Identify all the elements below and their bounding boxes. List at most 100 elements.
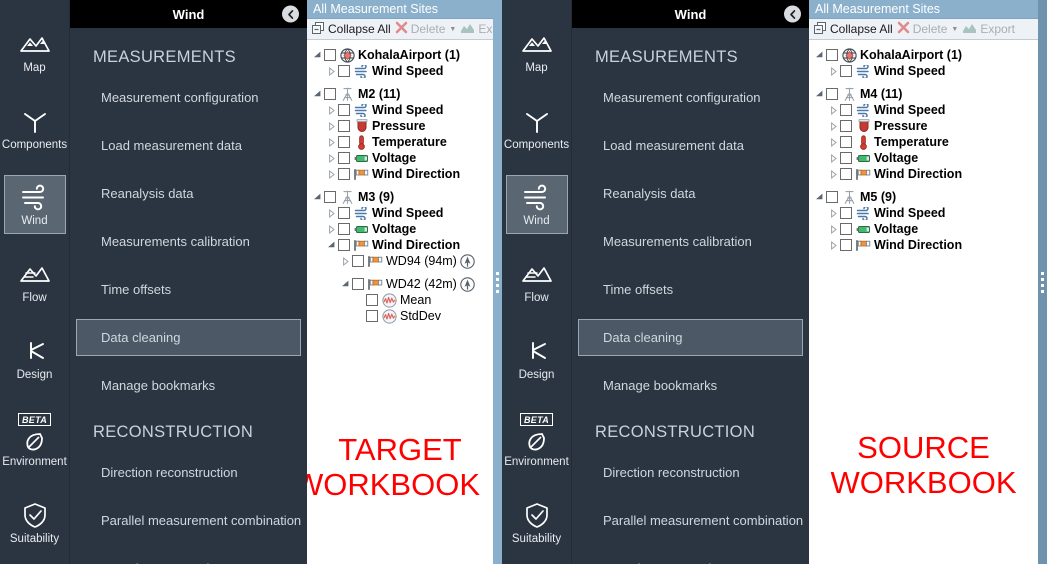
rail-item-suitability[interactable]: Suitability [4,493,66,552]
expander-collapsed-icon[interactable] [325,224,338,234]
tree-node-checkbox[interactable] [366,310,378,322]
tree-node-stddev[interactable]: StdDev [307,308,493,324]
rail-item-flow-source[interactable]: Flow [506,252,568,311]
chevron-left-icon[interactable] [784,5,801,23]
tree-node-voltage[interactable]: Voltage [307,150,493,166]
rail-item-components[interactable]: Components [2,99,67,158]
tree-node-voltage[interactable]: Voltage [809,150,1038,166]
rail-item-suitability-source[interactable]: Suitability [506,493,568,552]
rail-item-design[interactable]: Design [4,329,66,388]
tree-node-checkbox[interactable] [338,168,350,180]
rail-item-map[interactable]: Map [4,22,66,81]
tree-node-pressure[interactable]: Pressure [307,118,493,134]
tree-node-checkbox[interactable] [840,168,852,180]
menu-item-speed-reconstruction[interactable]: Speed reconstruction [76,550,301,564]
expander-expanded-icon[interactable] [325,241,338,250]
collapse-all-button[interactable]: Collapse All [311,21,391,38]
tree-node-checkbox[interactable] [338,152,350,164]
expander-collapsed-icon[interactable] [325,208,338,218]
export-button-source[interactable]: Export [962,22,1015,37]
rail-item-wind-source[interactable]: Wind [505,175,568,234]
menu-item-manage-bookmarks[interactable]: Manage bookmarks [76,367,301,404]
expander-collapsed-icon[interactable] [827,169,840,179]
tree-node-m2-11[interactable]: M2 (11) [307,86,493,102]
expander-collapsed-icon[interactable] [325,169,338,179]
tree-node-mean[interactable]: Mean [307,292,493,308]
tree-node-checkbox[interactable] [352,278,364,290]
tree-node-checkbox[interactable] [338,239,350,251]
rail-item-environment-source[interactable]: BETA Environment [504,405,569,475]
tree-node-m5-9[interactable]: M5 (9) [809,189,1038,205]
tree-node-kohalaairport-1[interactable]: KohalaAirport (1) [307,47,493,63]
tree-node-pressure[interactable]: Pressure [809,118,1038,134]
tree-node-m4-11[interactable]: M4 (11) [809,86,1038,102]
menu-item-data-cleaning-source[interactable]: Data cleaning [578,319,803,356]
tree-node-checkbox[interactable] [338,207,350,219]
rail-item-design-source[interactable]: Design [506,329,568,388]
tree-node-checkbox[interactable] [324,49,336,61]
tree-node-m3-9[interactable]: M3 (9) [307,189,493,205]
tree-node-checkbox[interactable] [840,152,852,164]
tree-node-wind-speed[interactable]: Wind Speed [307,63,493,79]
tree-node-checkbox[interactable] [840,104,852,116]
expander-expanded-icon[interactable] [813,90,826,99]
tree-node-checkbox[interactable] [840,223,852,235]
tree-node-checkbox[interactable] [324,88,336,100]
rail-item-wind[interactable]: Wind [3,175,66,234]
tree-node-wd42-42m[interactable]: WD42 (42m) [307,276,493,292]
expander-collapsed-icon[interactable] [827,153,840,163]
menu-item-load-measurement-data[interactable]: Load measurement data [76,127,301,164]
menu-item-measurement-configuration-source[interactable]: Measurement configuration [578,79,803,116]
expander-expanded-icon[interactable] [311,193,324,202]
tree-node-checkbox[interactable] [338,120,350,132]
tree-node-wind-speed[interactable]: Wind Speed [809,205,1038,221]
tree-node-checkbox[interactable] [840,136,852,148]
menu-item-load-measurement-data-source[interactable]: Load measurement data [578,127,803,164]
menu-item-reanalysis-data-source[interactable]: Reanalysis data [578,175,803,212]
expander-collapsed-icon[interactable] [325,137,338,147]
menu-item-measurements-calibration[interactable]: Measurements calibration [76,223,301,260]
delete-button-source[interactable]: Delete ▼ [897,21,958,37]
export-button[interactable]: Export [460,22,493,37]
tree-node-checkbox[interactable] [840,120,852,132]
expander-collapsed-icon[interactable] [827,240,840,250]
chevron-left-icon[interactable] [282,5,299,23]
chevron-down-icon[interactable]: ▼ [951,26,958,33]
expander-collapsed-icon[interactable] [827,105,840,115]
menu-item-measurement-configuration[interactable]: Measurement configuration [76,79,301,116]
rail-item-flow[interactable]: Flow [4,252,66,311]
tree-body-target[interactable]: KohalaAirport (1) Wind Speed M2 (11) Wind S… [307,40,493,564]
tree-node-wd94-94m[interactable]: WD94 (94m) [307,253,493,269]
menu-item-measurements-calibration-source[interactable]: Measurements calibration [578,223,803,260]
menu-item-parallel-measurement-combination-source[interactable]: Parallel measurement combination [578,502,803,539]
tree-node-wind-speed[interactable]: Wind Speed [307,205,493,221]
menu-item-direction-reconstruction-source[interactable]: Direction reconstruction [578,454,803,491]
chevron-down-icon[interactable]: ▼ [449,26,456,33]
tree-node-wind-direction[interactable]: Wind Direction [809,237,1038,253]
menu-item-parallel-measurement-combination[interactable]: Parallel measurement combination [76,502,301,539]
expander-collapsed-icon[interactable] [325,121,338,131]
tree-node-temperature[interactable]: Temperature [307,134,493,150]
collapse-all-button-source[interactable]: Collapse All [813,21,893,38]
tree-node-checkbox[interactable] [826,88,838,100]
expander-collapsed-icon[interactable] [827,224,840,234]
menu-item-speed-reconstruction-source[interactable]: Speed reconstruction [578,550,803,564]
menu-item-time-offsets-source[interactable]: Time offsets [578,271,803,308]
tree-node-wind-speed[interactable]: Wind Speed [809,102,1038,118]
menu-item-manage-bookmarks-source[interactable]: Manage bookmarks [578,367,803,404]
expander-expanded-icon[interactable] [339,280,352,289]
tree-node-checkbox[interactable] [338,104,350,116]
menu-item-time-offsets[interactable]: Time offsets [76,271,301,308]
tree-node-checkbox[interactable] [352,255,364,267]
tree-node-checkbox[interactable] [366,294,378,306]
rail-item-map-source[interactable]: Map [506,22,568,81]
tree-node-temperature[interactable]: Temperature [809,134,1038,150]
tree-node-kohalaairport-1[interactable]: KohalaAirport (1) [809,47,1038,63]
tree-node-wind-direction[interactable]: Wind Direction [307,166,493,182]
tree-body-source[interactable]: KohalaAirport (1) Wind Speed M4 (11) Wind S… [809,40,1038,564]
expander-collapsed-icon[interactable] [325,105,338,115]
menu-item-reanalysis-data[interactable]: Reanalysis data [76,175,301,212]
tree-node-checkbox[interactable] [324,191,336,203]
tree-node-checkbox[interactable] [826,191,838,203]
splitter-handle-target[interactable] [493,0,502,564]
